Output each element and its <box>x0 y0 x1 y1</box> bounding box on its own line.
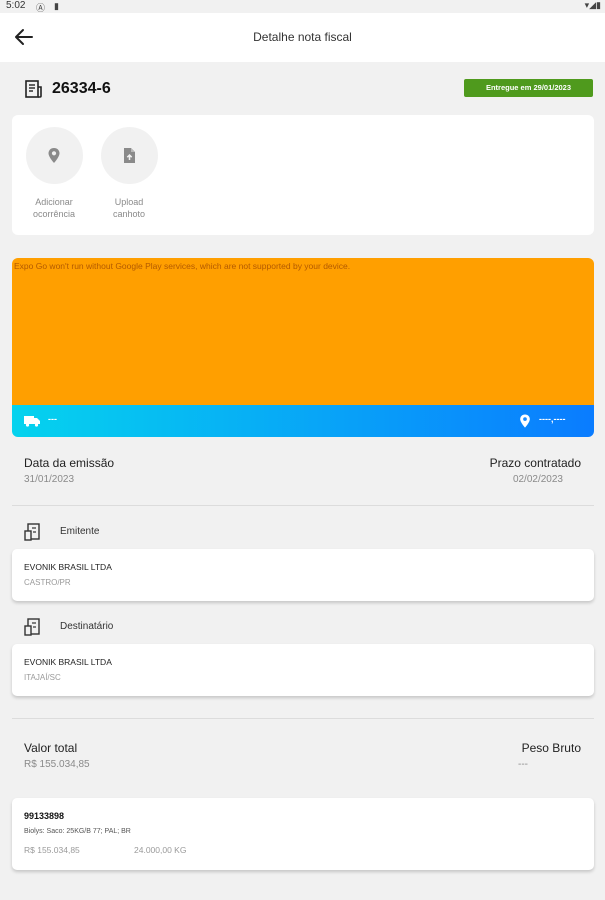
destination-pin-icon <box>520 414 530 428</box>
emission-date-value: 31/01/2023 <box>24 474 75 485</box>
invoice-document-icon <box>25 80 42 98</box>
route-origin: --- <box>48 414 57 424</box>
divider <box>12 505 594 506</box>
app-bar: Detalhe nota fiscal <box>0 13 605 62</box>
item-price: R$ 155.034,85 <box>24 845 80 855</box>
invoice-number: 26334-6 <box>52 80 111 97</box>
emitter-label: Emitente <box>60 526 100 537</box>
status-bar: 5:02 Ⓐ ▮ ▾◢▮ <box>0 0 605 13</box>
status-badge: Entregue em 29/01/2023 <box>464 79 593 97</box>
recipient-label: Destinatário <box>60 621 114 632</box>
add-occurrence-button[interactable]: Adicionar ocorrência <box>19 127 89 220</box>
gross-weight-value: --- <box>518 759 528 770</box>
route-destination: ----,---- <box>539 414 566 424</box>
total-value-label: Valor total <box>24 741 78 755</box>
item-weight: 24.000,00 KG <box>134 845 187 855</box>
upload-receipt-circle <box>100 127 158 184</box>
building-document-icon <box>24 523 40 541</box>
signal-battery-icon: ▾◢▮ <box>584 0 601 10</box>
upload-receipt-label-line2: canhoto <box>112 209 146 219</box>
building-document-icon <box>24 618 40 636</box>
emitter-city: CASTRO/PR <box>24 578 71 587</box>
invoice-header: 26334-6 Entregue em 29/01/2023 <box>0 74 605 104</box>
truck-icon <box>24 416 40 427</box>
page-title: Detalhe nota fiscal <box>253 30 352 44</box>
actions-card: Adicionar ocorrência Upload canhoto <box>12 115 594 235</box>
add-occurrence-label-line2: ocorrência <box>32 209 76 219</box>
upload-receipt-button[interactable]: Upload canhoto <box>94 127 164 220</box>
dates-section: Data da emissão 31/01/2023 Prazo contrat… <box>0 456 605 496</box>
divider <box>12 718 594 719</box>
deadline-value: 02/02/2023 <box>512 474 563 485</box>
route-bar: --- ----,---- <box>12 405 594 437</box>
notification-sim-icon: ▮ <box>54 1 59 11</box>
emission-date-label: Data da emissão <box>24 456 115 470</box>
status-time: 5:02 <box>6 0 26 11</box>
upload-file-icon <box>123 148 135 163</box>
recipient-name: EVONIK BRASIL LTDA <box>24 657 112 667</box>
recipient-card: EVONIK BRASIL LTDA ITAJAÍ/SC <box>12 644 594 696</box>
map-error-message: Expo Go won't run without Google Play se… <box>14 261 351 271</box>
total-value: R$ 155.034,85 <box>24 759 90 770</box>
emitter-name: EVONIK BRASIL LTDA <box>24 562 112 572</box>
emitter-card: EVONIK BRASIL LTDA CASTRO/PR <box>12 549 594 601</box>
upload-receipt-label: Upload canhoto <box>94 196 164 220</box>
recipient-city: ITAJAÍ/SC <box>24 673 61 682</box>
add-occurrence-label: Adicionar ocorrência <box>19 196 89 220</box>
add-occurrence-label-line1: Adicionar <box>35 197 73 207</box>
gross-weight-label: Peso Bruto <box>521 741 581 755</box>
totals-section: Valor total R$ 155.034,85 Peso Bruto --- <box>0 741 605 781</box>
list-item[interactable]: 99133898 Biolys: Saco: 25KG/B 77; PAL; B… <box>12 798 594 870</box>
map-view[interactable]: Expo Go won't run without Google Play se… <box>12 258 594 405</box>
add-occurrence-circle <box>25 127 83 184</box>
deadline-label: Prazo contratado <box>489 456 581 470</box>
item-code: 99133898 <box>24 811 65 821</box>
item-description: Biolys: Saco: 25KG/B 77; PAL; BR <box>24 828 131 835</box>
upload-receipt-label-line1: Upload <box>114 197 144 207</box>
location-pin-icon <box>48 148 59 163</box>
